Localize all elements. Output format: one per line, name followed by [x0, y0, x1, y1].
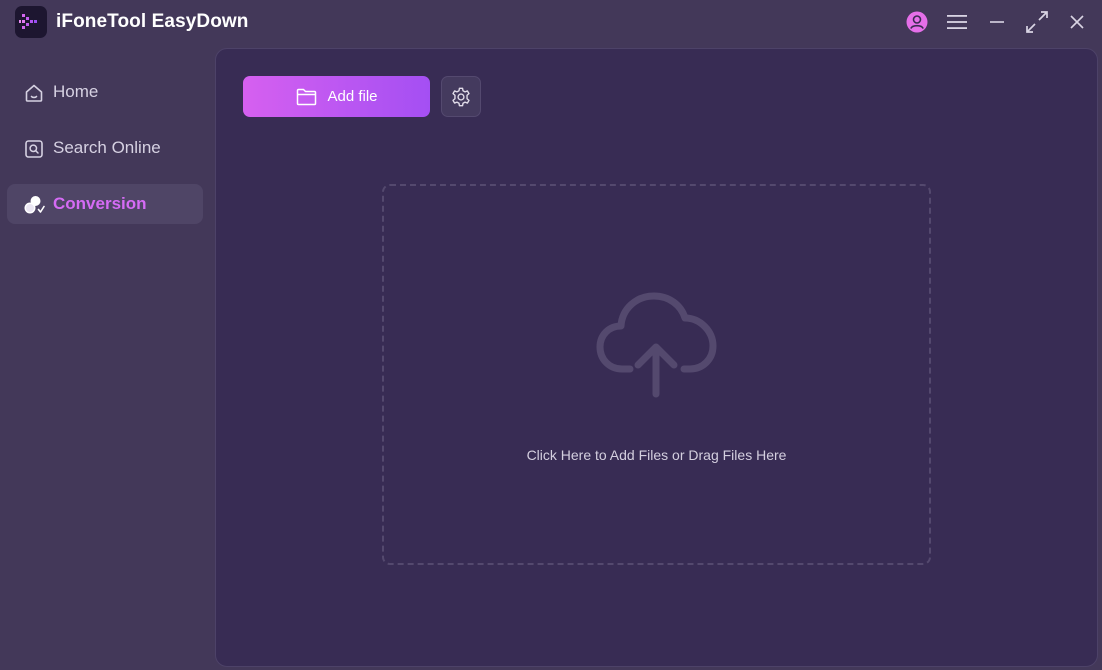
add-file-button[interactable]: Add file: [243, 76, 430, 117]
search-icon: [23, 138, 45, 160]
settings-button[interactable]: [441, 76, 481, 117]
sidebar-item-label: Home: [53, 82, 99, 101]
add-file-label: Add file: [327, 88, 378, 105]
folder-icon: [295, 86, 317, 108]
menu-icon[interactable]: [943, 8, 971, 36]
drop-zone-text: Click Here to Add Files or Drag Files He…: [526, 447, 787, 463]
cloud-upload-icon: [596, 288, 720, 400]
home-icon: [23, 82, 45, 104]
app-logo-icon: [15, 6, 47, 38]
sidebar: Home Search Online Conversion: [0, 46, 214, 670]
user-icon[interactable]: [903, 8, 931, 36]
sidebar-item-label: Conversion: [53, 194, 147, 213]
sidebar-item-label: Search Online: [53, 138, 161, 157]
app-window: iFoneTool EasyDown Home Search Online Co…: [0, 0, 1102, 670]
title-bar: iFoneTool EasyDown: [0, 0, 1102, 46]
file-drop-zone[interactable]: Click Here to Add Files or Drag Files He…: [382, 184, 931, 565]
sidebar-item-search-online[interactable]: Search Online: [7, 128, 203, 168]
minimize-icon[interactable]: [983, 8, 1011, 36]
main-panel: Add file Click Here to Add Files or Drag…: [215, 48, 1098, 667]
conversion-icon: [23, 194, 45, 216]
sidebar-item-home[interactable]: Home: [7, 72, 203, 112]
gear-icon: [450, 86, 472, 108]
app-title: iFoneTool EasyDown: [56, 11, 249, 32]
close-icon[interactable]: [1063, 8, 1091, 36]
sidebar-item-conversion[interactable]: Conversion: [7, 184, 203, 224]
maximize-icon[interactable]: [1023, 8, 1051, 36]
